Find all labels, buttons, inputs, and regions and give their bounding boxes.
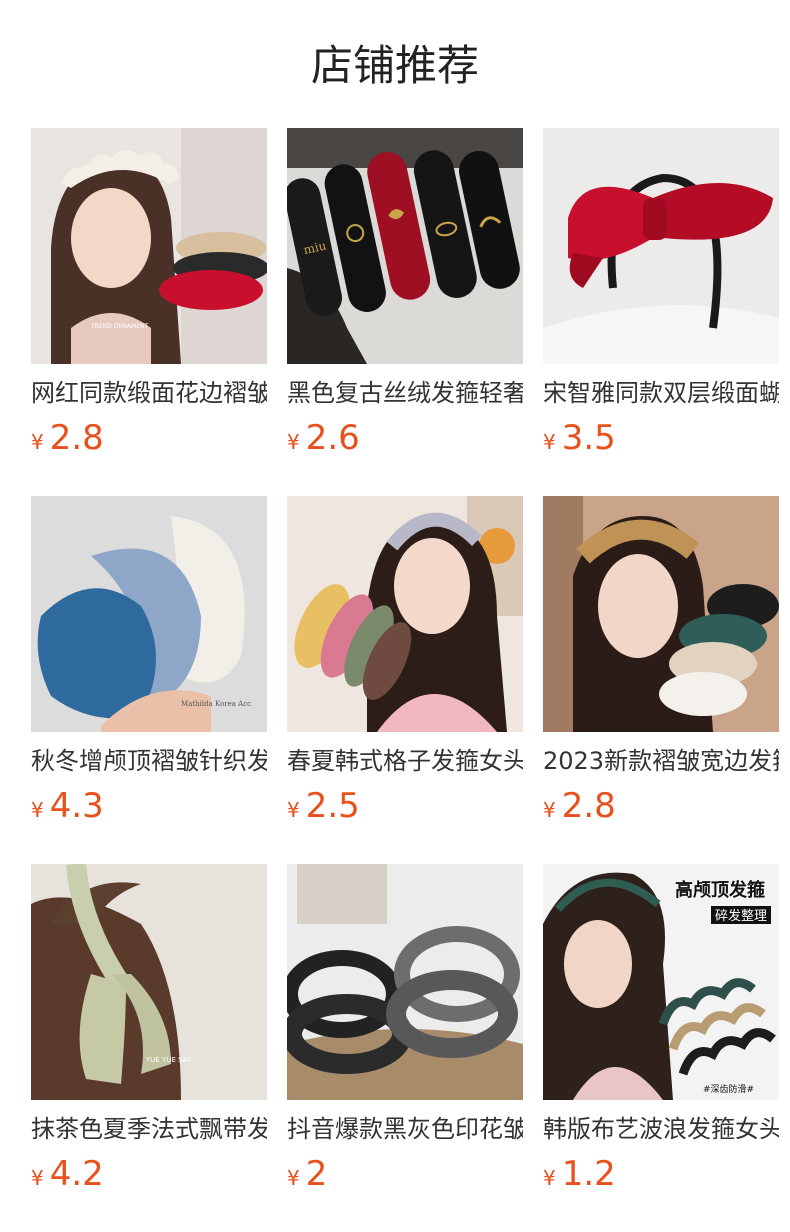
product-price: ¥3.5	[543, 416, 616, 460]
price-value: 2	[305, 1154, 328, 1194]
currency-symbol: ¥	[543, 1166, 556, 1190]
currency-symbol: ¥	[31, 798, 44, 822]
product-price: ¥2.5	[287, 784, 360, 828]
product-title[interactable]: 黑色复古丝绒发箍轻奢	[287, 376, 523, 410]
page-title: 店铺推荐	[310, 41, 479, 90]
product-title[interactable]: 秋冬增颅顶褶皱针织发	[31, 744, 267, 778]
product-title[interactable]: 网红同款缎面花边褶皱	[31, 376, 267, 410]
thumb-footer: #深齿防滑#	[703, 1083, 754, 1095]
product-image[interactable]	[287, 496, 523, 732]
product-card[interactable]: 抖音爆款黑灰色印花皱 ¥2	[287, 864, 523, 1232]
price-value: 4.2	[49, 1154, 104, 1194]
pleated-headband-model-image	[543, 496, 779, 732]
currency-symbol: ¥	[287, 1166, 300, 1190]
product-image[interactable]	[543, 128, 779, 364]
product-price: ¥1.2	[543, 1152, 616, 1196]
product-image[interactable]	[543, 496, 779, 732]
price-value: 2.6	[305, 418, 360, 458]
gray-print-headbands-image	[287, 864, 523, 1100]
product-title[interactable]: 韩版布艺波浪发箍女头	[543, 1112, 779, 1146]
product-card[interactable]: YUE YUE SAY 抹茶色夏季法式飘带发 ¥4.2	[31, 864, 267, 1232]
knit-headbands-image: Mathilda Korea Acc	[31, 496, 267, 732]
price-value: 3.5	[561, 418, 616, 458]
velvet-logo-headbands-image: miu	[287, 128, 523, 364]
currency-symbol: ¥	[287, 798, 300, 822]
product-title[interactable]: 抹茶色夏季法式飘带发	[31, 1112, 267, 1146]
price-value: 2.5	[305, 786, 360, 826]
product-card[interactable]: 春夏韩式格子发箍女头 ¥2.5	[287, 496, 523, 864]
thumb-watermark: TREND ORNAMENT	[90, 323, 149, 330]
currency-symbol: ¥	[543, 798, 556, 822]
thumb-headline: 高颅顶发箍	[675, 879, 765, 901]
wave-headband-model-image: 高颅顶发箍 碎发整理 #深齿防滑#	[543, 864, 779, 1100]
currency-symbol: ¥	[31, 1166, 44, 1190]
product-price: ¥2.8	[543, 784, 616, 828]
currency-symbol: ¥	[287, 430, 300, 454]
product-card[interactable]: Mathilda Korea Acc 秋冬增颅顶褶皱针织发 ¥4.3	[31, 496, 267, 864]
product-title[interactable]: 抖音爆款黑灰色印花皱	[287, 1112, 523, 1146]
price-value: 4.3	[49, 786, 104, 826]
product-card[interactable]: 2023新款褶皱宽边发箍 ¥2.8	[543, 496, 779, 864]
price-value: 2.8	[49, 418, 104, 458]
product-image[interactable]	[287, 864, 523, 1100]
red-bow-headband-image	[543, 128, 779, 364]
product-grid: TREND ORNAMENT 网红同款缎面花边褶皱 ¥2.8 miu 黑色复古丝…	[31, 128, 779, 1232]
thumb-subline: 碎发整理	[715, 908, 767, 924]
product-price: ¥2	[287, 1152, 327, 1196]
product-card[interactable]: miu 黑色复古丝绒发箍轻奢 ¥2.6	[287, 128, 523, 496]
product-title[interactable]: 宋智雅同款双层缎面蝴	[543, 376, 779, 410]
thumb-watermark: YUE YUE SAY	[145, 1056, 192, 1064]
product-image[interactable]: miu	[287, 128, 523, 364]
product-price: ¥4.2	[31, 1152, 104, 1196]
thumb-watermark: Mathilda Korea Acc	[181, 700, 251, 708]
price-value: 2.8	[561, 786, 616, 826]
product-title[interactable]: 2023新款褶皱宽边发箍	[543, 744, 779, 778]
product-image[interactable]: 高颅顶发箍 碎发整理 #深齿防滑#	[543, 864, 779, 1100]
product-image[interactable]: YUE YUE SAY	[31, 864, 267, 1100]
plaid-headband-model-image	[287, 496, 523, 732]
product-price: ¥2.8	[31, 416, 104, 460]
ruffle-headband-model-image: TREND ORNAMENT	[31, 128, 267, 364]
currency-symbol: ¥	[543, 430, 556, 454]
product-card[interactable]: 宋智雅同款双层缎面蝴 ¥3.5	[543, 128, 779, 496]
price-value: 1.2	[561, 1154, 616, 1194]
product-card[interactable]: TREND ORNAMENT 网红同款缎面花边褶皱 ¥2.8	[31, 128, 267, 496]
product-price: ¥4.3	[31, 784, 104, 828]
product-image[interactable]: TREND ORNAMENT	[31, 128, 267, 364]
ribbon-headband-image: YUE YUE SAY	[31, 864, 267, 1100]
product-title[interactable]: 春夏韩式格子发箍女头	[287, 744, 523, 778]
product-card[interactable]: 高颅顶发箍 碎发整理 #深齿防滑# 韩版布艺波浪发箍女头 ¥1.2	[543, 864, 779, 1232]
currency-symbol: ¥	[31, 430, 44, 454]
product-price: ¥2.6	[287, 416, 360, 460]
product-image[interactable]: Mathilda Korea Acc	[31, 496, 267, 732]
